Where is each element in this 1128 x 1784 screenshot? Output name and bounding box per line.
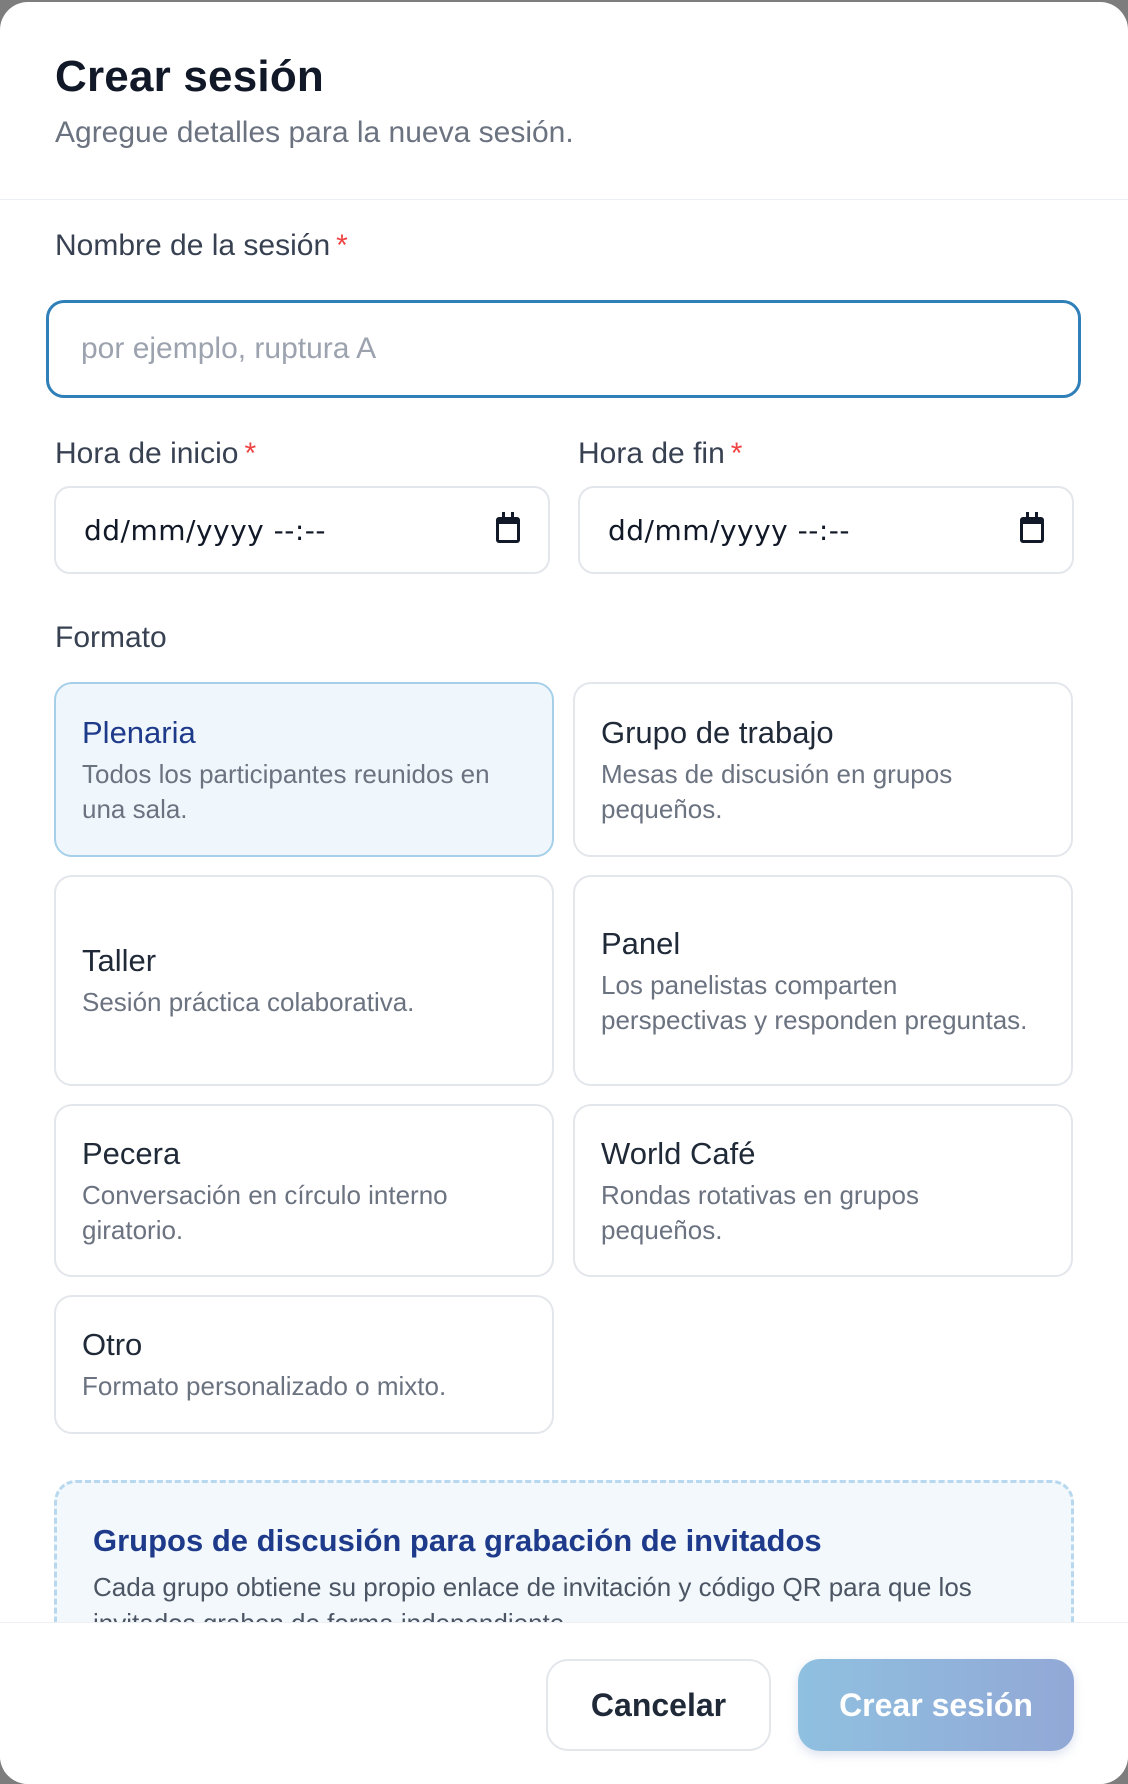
end-time-value: dd/mm/yyyy --:-- [608, 513, 850, 547]
format-option-otro[interactable]: Otro Formato personalizado o mixto. [54, 1295, 554, 1434]
cancel-button[interactable]: Cancelar [546, 1659, 771, 1751]
calendar-icon[interactable] [1020, 512, 1044, 543]
format-option-plenaria[interactable]: Plenaria Todos los participantes reunido… [54, 682, 554, 857]
format-option-desc: Los panelistas comparten perspectivas y … [601, 969, 1028, 1035]
required-mark: * [244, 437, 257, 470]
dialog-header: Crear sesión Agregue detalles para la nu… [0, 2, 1128, 200]
format-option-world-cafe[interactable]: World Café Rondas rotativas en grupos pe… [573, 1104, 1073, 1277]
format-option-pecera[interactable]: Pecera Conversación en círculo interno g… [54, 1104, 554, 1277]
format-option-desc: Todos los participantes reunidos en una … [82, 758, 490, 824]
format-option-title: Panel [601, 925, 681, 961]
required-mark: * [730, 437, 743, 470]
dialog-subtitle: Agregue detalles para la nueva sesión. [55, 116, 574, 149]
start-time-value: dd/mm/yyyy --:-- [84, 513, 326, 547]
dialog-footer: Cancelar Crear sesión [0, 1622, 1128, 1784]
format-option-desc: Rondas rotativas en grupos pequeños. [601, 1179, 919, 1245]
start-time-input[interactable]: dd/mm/yyyy --:-- [54, 486, 550, 574]
format-option-panel[interactable]: Panel Los panelistas comparten perspecti… [573, 875, 1073, 1086]
format-option-desc: Sesión práctica colaborativa. [82, 987, 415, 1017]
guest-recording-info: Grupos de discusión para grabación de in… [54, 1480, 1074, 1622]
format-option-grupo-de-trabajo[interactable]: Grupo de trabajo Mesas de discusión en g… [573, 682, 1073, 857]
session-name-label: Nombre de la sesión * [55, 229, 348, 262]
start-time-label: Hora de inicio * [55, 437, 257, 470]
create-session-dialog: Crear sesión Agregue detalles para la nu… [0, 2, 1128, 1784]
session-name-input[interactable] [46, 300, 1081, 398]
dialog-title: Crear sesión [55, 52, 324, 101]
format-option-title: World Café [601, 1135, 756, 1171]
format-option-desc: Formato personalizado o mixto. [82, 1371, 447, 1401]
format-option-title: Grupo de trabajo [601, 714, 834, 750]
format-option-title: Taller [82, 943, 157, 978]
info-desc: Cada grupo obtiene su propio enlace de i… [93, 1572, 972, 1622]
format-option-title: Plenaria [82, 714, 196, 750]
create-session-button[interactable]: Crear sesión [798, 1659, 1074, 1751]
dialog-body: Nombre de la sesión* Hora de inicio* Hor… [0, 200, 1128, 1622]
info-title: Grupos de discusión para grabación de in… [93, 1523, 822, 1558]
format-option-taller[interactable]: Taller Sesión práctica colaborativa. [54, 875, 554, 1086]
end-time-label: Hora de fin * [578, 437, 743, 470]
calendar-icon[interactable] [496, 512, 520, 543]
required-mark: * [336, 229, 348, 262]
format-label: Formato [55, 621, 167, 654]
format-option-title: Otro [82, 1327, 143, 1362]
format-option-title: Pecera [82, 1135, 181, 1171]
end-time-input[interactable]: dd/mm/yyyy --:-- [578, 486, 1074, 574]
format-option-desc: Mesas de discusión en grupos pequeños. [601, 758, 953, 824]
format-option-desc: Conversación en círculo interno giratori… [82, 1179, 448, 1245]
